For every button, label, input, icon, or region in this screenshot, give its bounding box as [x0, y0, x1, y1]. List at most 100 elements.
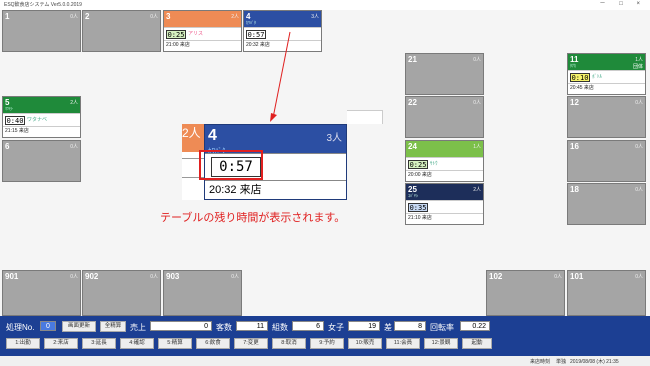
fkey-12-button[interactable]: 12:景観: [424, 338, 458, 349]
customer-name: ｻﾄｳ: [430, 161, 438, 167]
launch-button[interactable]: 起動: [462, 338, 492, 349]
turnover-label: 回転率: [430, 323, 454, 332]
table-11[interactable]: 11 1人 ﾀﾅｶ 団体 0:10 ﾎﾞﾄﾙ 20:45 来店: [567, 53, 646, 95]
total-settle-button[interactable]: 全精算: [100, 321, 126, 332]
table-101[interactable]: 101 0人: [567, 270, 646, 316]
fkey-7-change-button[interactable]: 7:変更: [234, 338, 268, 349]
table-capacity: 0人: [150, 274, 158, 280]
table-1[interactable]: 1 0人: [2, 10, 81, 52]
customer-kana: ｺﾊﾞﾔｼ: [408, 193, 418, 198]
table-capacity: 1人: [473, 144, 481, 150]
table-number: 18: [570, 185, 579, 194]
table-3[interactable]: 3 2人 0:25 アリス 21:00 来店: [163, 10, 242, 52]
status-datetime: 2019/08/08 (木) 21:35: [570, 359, 619, 365]
zoom-neighbor-capacity: 2人: [182, 124, 204, 152]
customer-kana: ﾏﾂﾓﾄ: [5, 106, 13, 111]
diff-field: 8: [394, 321, 426, 331]
remaining-time: 0:40: [5, 116, 25, 125]
fkey-1-clock-in-button[interactable]: 1:出勤: [6, 338, 40, 349]
table-number: 902: [85, 272, 99, 281]
arrival-time: 21:10 来店: [406, 213, 483, 222]
table-capacity: 0人: [635, 144, 643, 150]
customer-name: ワタナベ: [27, 117, 48, 123]
table-number: 101: [570, 272, 584, 281]
remaining-time: 0:25: [166, 30, 186, 39]
arrival-time: 20:00 来店: [406, 170, 483, 179]
zoom-strip: [347, 110, 383, 124]
arrival-time: 20:45 来店: [568, 83, 645, 92]
fkey-8-cancel-button[interactable]: 8:取消: [272, 338, 306, 349]
groups-label: 組数: [272, 323, 288, 332]
fkey-10-sales-button[interactable]: 10:販売: [348, 338, 382, 349]
table-capacity: 0人: [635, 100, 643, 106]
table-21[interactable]: 21 0人: [405, 53, 484, 95]
guests-label: 客数: [216, 323, 232, 332]
female-label: 女子: [328, 323, 344, 332]
highlight-box: [199, 150, 263, 180]
guests-field: 11: [236, 321, 268, 331]
customer-name: ﾎﾞﾄﾙ: [592, 74, 603, 80]
control-panel: 処理No. 0 画面更新 全精算 売上 0 客数 11 組数 6 女子 19 差…: [0, 316, 650, 356]
fkey-3-extend-button[interactable]: 3:延長: [82, 338, 116, 349]
table-18[interactable]: 18 0人: [567, 183, 646, 225]
table-number: 24: [408, 142, 417, 151]
window-title: ESQ飲食店システム Ver5.0.0.2019: [4, 2, 82, 8]
table-number: 903: [166, 272, 180, 281]
turnover-field: 0.22: [460, 321, 490, 331]
table-capacity: 0人: [70, 144, 78, 150]
table-25[interactable]: 25 2人 ｺﾊﾞﾔｼ 0:35 21:10 来店: [405, 183, 484, 225]
table-capacity: 0人: [473, 57, 481, 63]
proc-number-field[interactable]: 0: [40, 321, 56, 331]
refresh-button[interactable]: 画面更新: [62, 321, 96, 332]
diff-label: 差: [384, 323, 392, 332]
table-2[interactable]: 2 0人: [82, 10, 161, 52]
table-number: 901: [5, 272, 19, 281]
table-16[interactable]: 16 0人: [567, 140, 646, 182]
table-24[interactable]: 24 1人 0:25 ｻﾄｳ 20:00 来店: [405, 140, 484, 182]
table-22[interactable]: 22 0人: [405, 96, 484, 138]
table-102[interactable]: 102 0人: [486, 270, 565, 316]
window-titlebar: ESQ飲食店システム Ver5.0.0.2019 － □ ×: [0, 0, 650, 10]
window-controls[interactable]: － □ ×: [600, 1, 646, 7]
fkey-2-arrival-button[interactable]: 2:来店: [44, 338, 78, 349]
table-number: 16: [570, 142, 579, 151]
table-6[interactable]: 6 0人: [2, 140, 81, 182]
table-902[interactable]: 902 0人: [82, 270, 161, 316]
table-capacity: 0人: [635, 274, 643, 280]
table-capacity: 0人: [635, 187, 643, 193]
arrival-time: 21:00 来店: [164, 40, 241, 49]
table-901[interactable]: 901 0人: [2, 270, 81, 316]
table-capacity: 2人: [231, 14, 239, 20]
remaining-time: 0:35: [408, 203, 428, 212]
female-field: 19: [348, 321, 380, 331]
table-903[interactable]: 903 0人: [163, 270, 242, 316]
remaining-time: 0:25: [408, 160, 428, 169]
customer-kana: ｶﾜﾊﾞﾀ: [246, 20, 256, 25]
table-number: 102: [489, 272, 503, 281]
proc-label: 処理No.: [6, 323, 35, 332]
table-number: 6: [5, 142, 10, 151]
fkey-9-reserve-button[interactable]: 9:予約: [310, 338, 344, 349]
groups-field: 6: [292, 321, 324, 331]
remaining-time: 0:57: [246, 30, 266, 39]
table-12[interactable]: 12 0人: [567, 96, 646, 138]
table-capacity: 0人: [70, 274, 78, 280]
customer-name: アリス: [188, 31, 204, 37]
table-number: 12: [570, 98, 579, 107]
fkey-6-food-button[interactable]: 6:飲食: [196, 338, 230, 349]
status-label: 来店時刻: [530, 359, 551, 365]
table-capacity: 1人: [635, 57, 643, 63]
table-capacity: 0人: [473, 100, 481, 106]
table-4[interactable]: 4 3人 ｶﾜﾊﾞﾀ 0:57 20:32 来店: [243, 10, 322, 52]
fkey-5-settle-button[interactable]: 5:精算: [158, 338, 192, 349]
table-number: 2: [85, 12, 90, 21]
table-number: 21: [408, 55, 417, 64]
zoom-table-number: 4: [208, 127, 217, 144]
group-tag: 団体: [632, 64, 643, 70]
status-bar: 来店時刻 単独 2019/08/08 (木) 21:35: [0, 356, 650, 366]
table-5[interactable]: 5 2人 ﾏﾂﾓﾄ 0:40 ワタナベ 21:15 来店: [2, 96, 81, 138]
fkey-11-member-button[interactable]: 11:会員: [386, 338, 420, 349]
callout-caption: テーブルの残り時間が表示されます。: [160, 211, 346, 224]
sales-field: 0: [150, 321, 212, 331]
fkey-4-confirm-button[interactable]: 4:確認: [120, 338, 154, 349]
